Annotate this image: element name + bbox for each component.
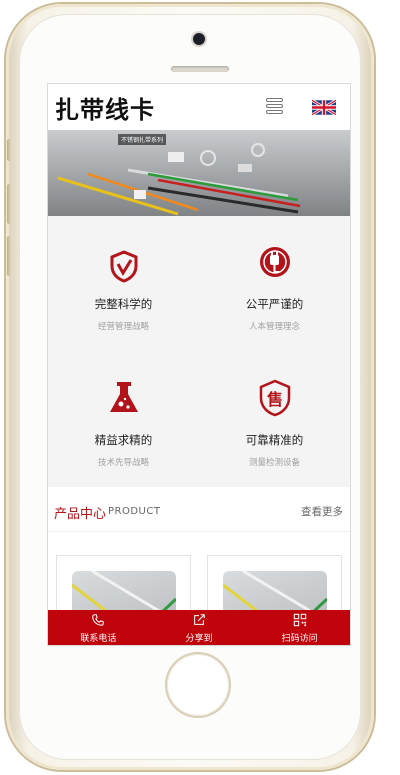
share-icon [194, 614, 205, 625]
volume-down-button [7, 236, 12, 276]
qr-code-icon [293, 613, 306, 627]
scan-qr-button[interactable]: 扫码访问 [249, 610, 350, 645]
hamburger-menu-icon[interactable] [266, 98, 283, 114]
site-logo[interactable]: 扎带线卡 [55, 90, 155, 125]
feature-item[interactable]: 精益求精的 技术先导战略 [48, 370, 199, 490]
bottom-action-bar: 联系电话 分享到 扫码访问 [48, 610, 350, 645]
cable-ties-image [48, 130, 350, 216]
home-button[interactable] [167, 654, 229, 716]
mute-switch [7, 139, 12, 161]
section-subtitle: PRODUCT [108, 506, 161, 517]
tab-label: 分享到 [185, 634, 213, 644]
feature-subtitle: 经营管理战略 [97, 322, 149, 332]
feature-item[interactable]: 完整科学的 经营管理战略 [48, 234, 199, 354]
view-more-link[interactable]: 查看更多 [301, 504, 343, 519]
contact-phone-button[interactable]: 联系电话 [48, 610, 149, 645]
flask-icon [110, 382, 138, 412]
feature-title: 可靠精准的 [245, 433, 304, 447]
hero-banner[interactable]: 不锈钢扎带系列 [48, 130, 350, 216]
feature-item[interactable]: 售 可靠精准的 测量检测设备 [199, 370, 350, 490]
products-section-header: 产品中心 PRODUCT 查看更多 [48, 487, 350, 532]
tab-label: 扫码访问 [281, 634, 318, 644]
feature-title: 完整科学的 [94, 297, 153, 311]
feature-subtitle: 技术先导战略 [97, 458, 149, 468]
feature-subtitle: 人本管理理念 [248, 322, 300, 332]
plug-icon [260, 247, 290, 277]
banner-title-label: 不锈钢扎带系列 [118, 134, 167, 145]
site-header: 扎带线卡 [48, 84, 350, 130]
front-camera [193, 33, 205, 45]
sale-char: 售 [267, 390, 283, 409]
earpiece-speaker [171, 66, 229, 72]
tab-label: 联系电话 [80, 634, 117, 644]
feature-item[interactable]: 公平严谨的 人本管理理念 [199, 234, 350, 354]
share-button[interactable]: 分享到 [149, 610, 250, 645]
shield-check-icon [110, 250, 138, 283]
phone-icon [92, 614, 105, 626]
uk-flag-icon[interactable] [312, 100, 336, 115]
feature-title: 精益求精的 [94, 433, 153, 447]
volume-up-button [7, 184, 12, 224]
section-title: 产品中心 [54, 507, 107, 522]
phone-screen: 扎带线卡 不锈钢扎带系列 完整科学的 经营管理战略 公平严谨的 人本管理理念 精… [47, 83, 351, 646]
feature-title: 公平严谨的 [245, 297, 304, 311]
feature-subtitle: 测量检测设备 [248, 458, 300, 468]
sale-shield-icon: 售 [259, 379, 291, 417]
